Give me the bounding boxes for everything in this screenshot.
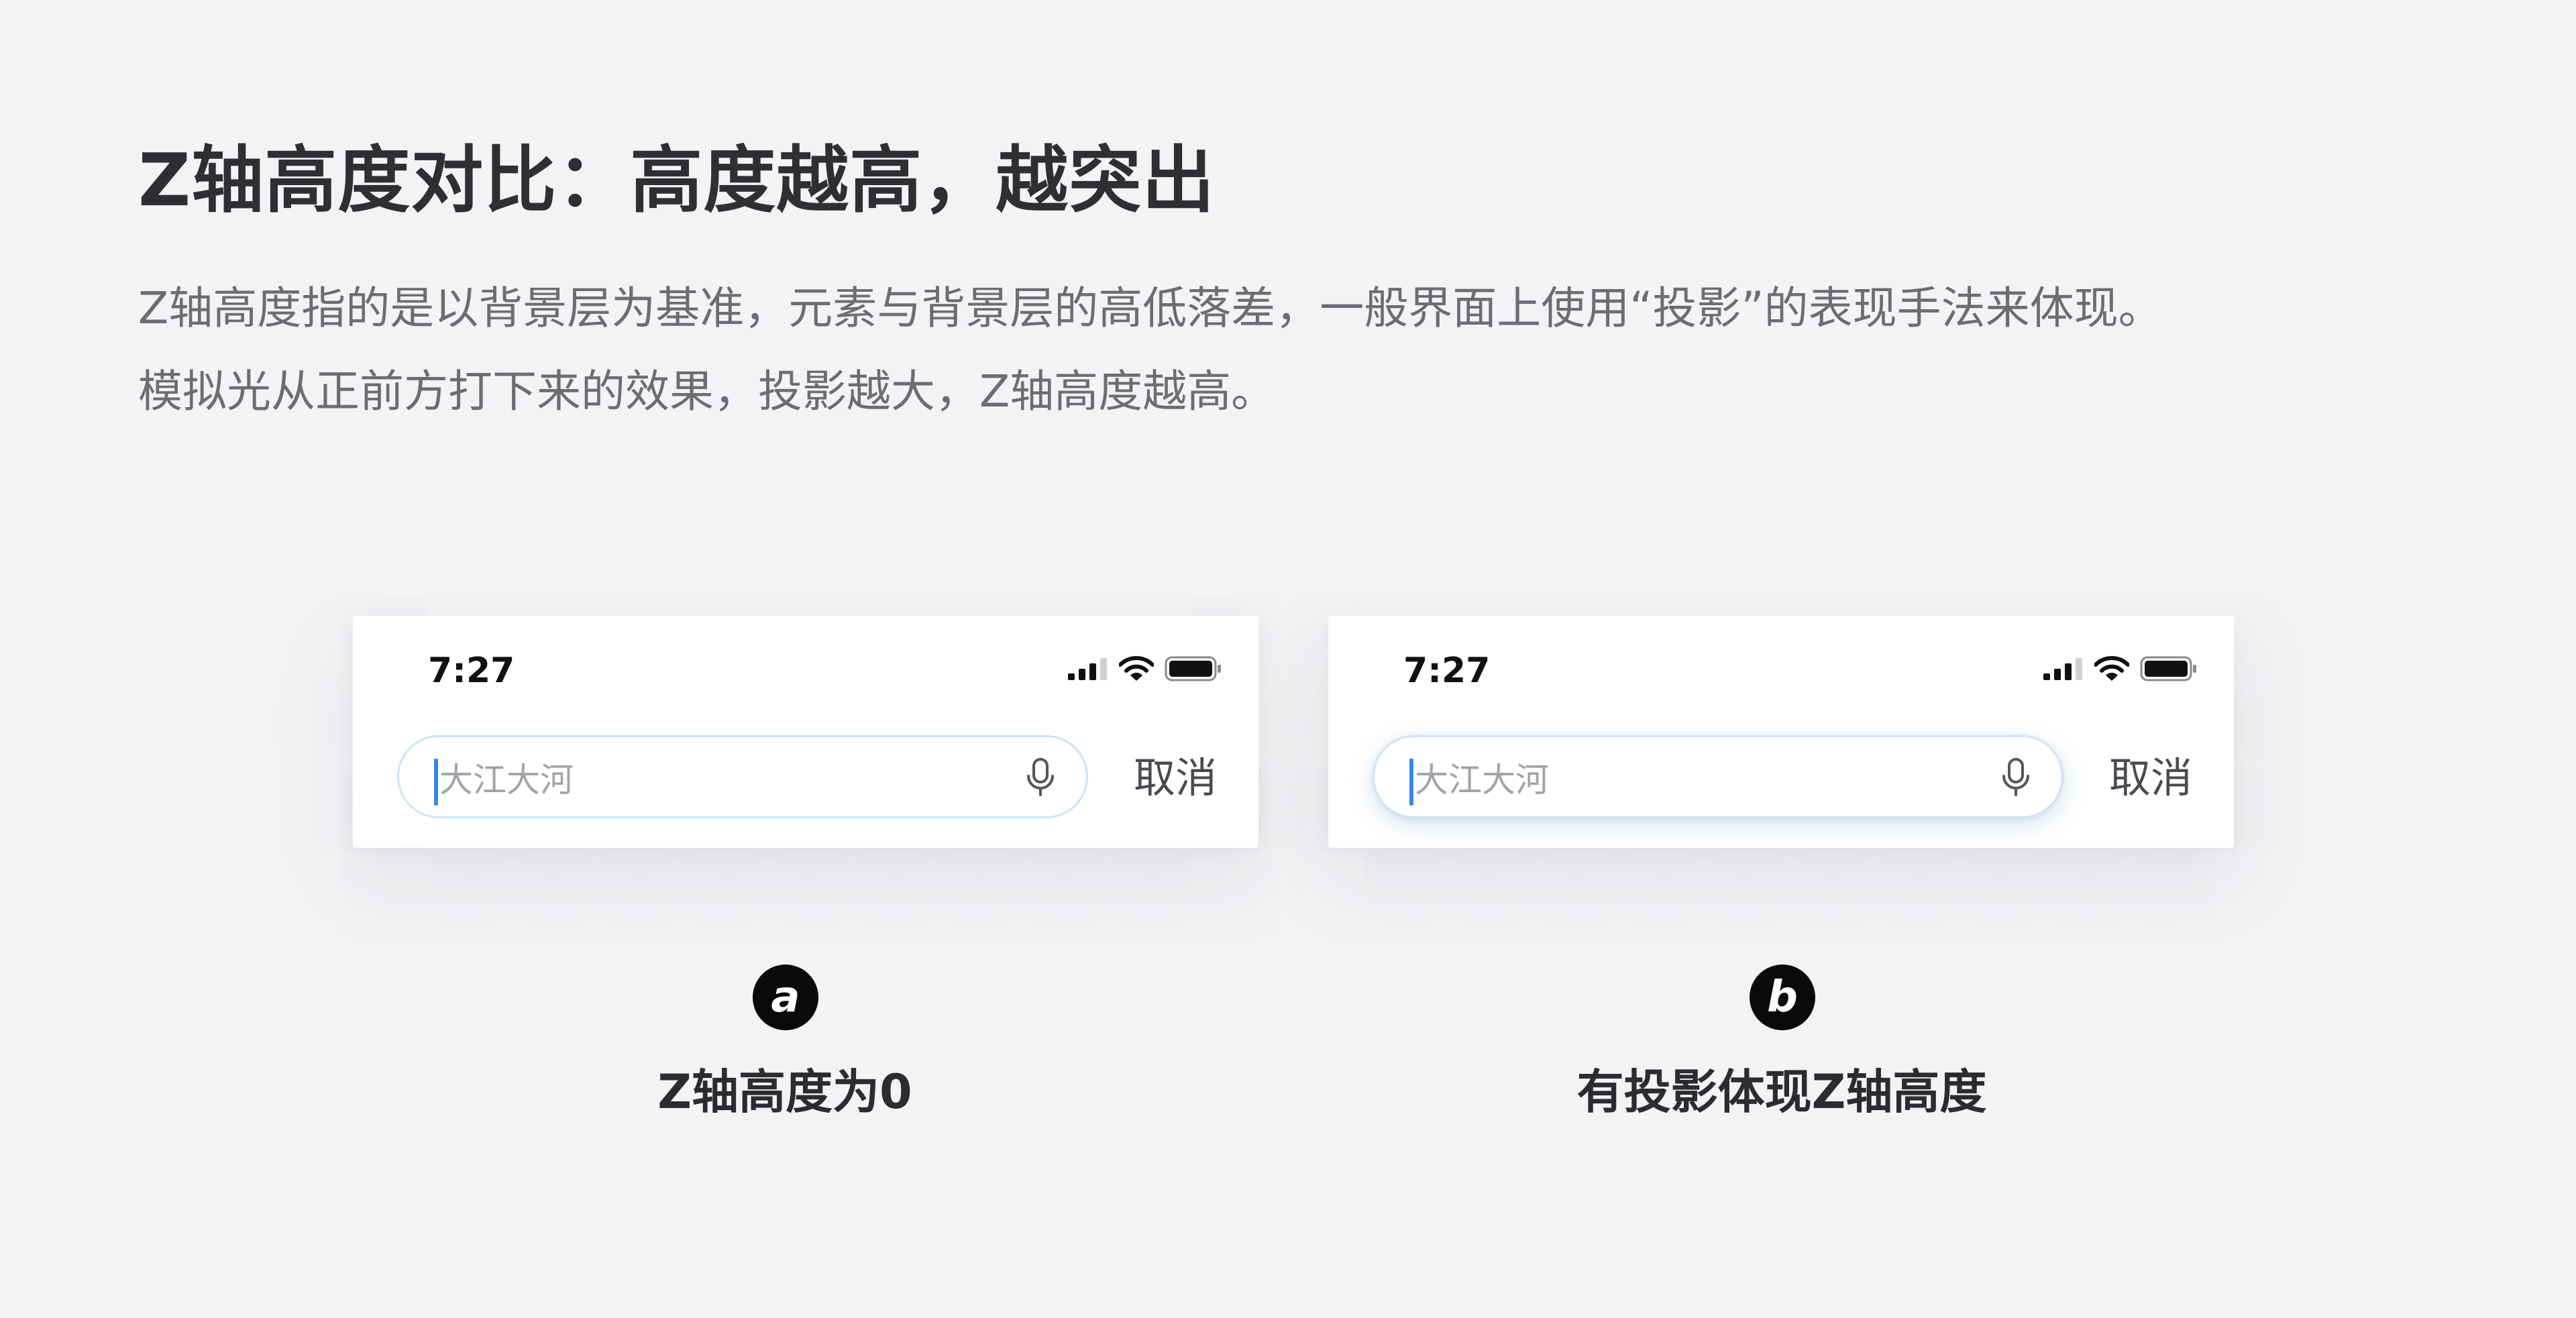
mic-icon[interactable] (2001, 757, 2031, 798)
status-icons (1068, 652, 1222, 685)
description-line-1: Z轴高度指的是以背景层为基准，元素与背景层的高低落差，一般界面上使用“投影”的表… (138, 282, 2163, 334)
status-time: 7:27 (428, 651, 515, 691)
description: Z轴高度指的是以背景层为基准，元素与背景层的高低落差，一般界面上使用“投影”的表… (138, 267, 2163, 433)
cancel-button[interactable]: 取消 (1134, 754, 1217, 802)
text-caret (1409, 759, 1413, 806)
status-icons (2043, 652, 2198, 685)
signal-icon (1068, 658, 1107, 680)
wifi-icon (2094, 656, 2129, 681)
example-b-card: 7:27 大江大河 取消 (1328, 616, 2234, 848)
battery-icon (1165, 656, 1221, 681)
caption-b: 有投影体现Z轴高度 (1576, 1064, 1987, 1119)
signal-icon (2043, 658, 2082, 680)
badge-a: a (753, 965, 818, 1030)
status-time: 7:27 (1403, 651, 1491, 691)
page: Z轴高度对比：高度越高，越突出 Z轴高度指的是以背景层为基准，元素与背景层的高低… (0, 0, 2576, 1318)
search-placeholder: 大江大河 (439, 761, 574, 800)
badge-b: b (1750, 965, 1815, 1030)
search-input[interactable]: 大江大河 (1373, 735, 2063, 818)
caption-a: Z轴高度为0 (657, 1064, 912, 1119)
example-a-card: 7:27 大江大河 取消 (353, 616, 1258, 848)
wifi-icon (1119, 656, 1154, 681)
cancel-button[interactable]: 取消 (2109, 754, 2192, 802)
description-line-2: 模拟光从正前方打下来的效果，投影越大，Z轴高度越高。 (138, 366, 1276, 417)
battery-icon (2140, 656, 2196, 681)
mic-icon[interactable] (1026, 757, 1055, 798)
text-caret (434, 759, 438, 806)
search-input[interactable]: 大江大河 (397, 735, 1088, 818)
search-placeholder: 大江大河 (1415, 761, 1549, 800)
page-title: Z轴高度对比：高度越高，越突出 (138, 139, 1216, 223)
